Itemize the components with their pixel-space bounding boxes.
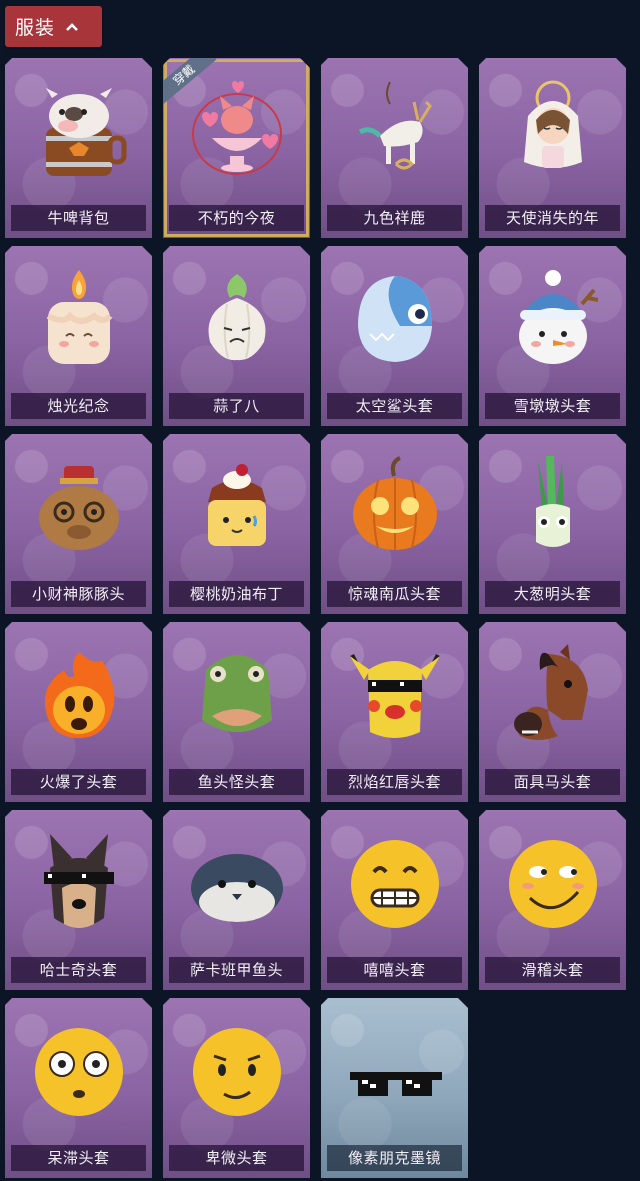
category-title: 服装: [15, 17, 56, 39]
deer-ornament-icon: [340, 76, 450, 186]
costume-name: 像素朋克墨镜: [327, 1145, 462, 1171]
costume-card[interactable]: 滑稽头套: [479, 810, 626, 990]
costume-card[interactable]: 烛光纪念: [5, 246, 152, 426]
costume-name: 烈焰红唇头套: [327, 769, 462, 795]
husky-mask-icon: [24, 828, 134, 938]
costume-name: 惊魂南瓜头套: [327, 581, 462, 607]
costume-name: 鱼头怪头套: [169, 769, 304, 795]
costume-card-selected[interactable]: 穿戴 不朽的今夜: [163, 58, 310, 238]
horse-mask-icon: [498, 640, 608, 750]
fox-heart-cup-icon: [182, 76, 292, 186]
fish-round-head-icon: [182, 828, 292, 938]
costume-name: 天使消失的年: [485, 205, 620, 231]
costume-card[interactable]: 像素朋克墨镜: [321, 998, 468, 1178]
costume-card[interactable]: 雪墩墩头套: [479, 246, 626, 426]
costume-category-header[interactable]: 服装: [5, 6, 102, 47]
scallion-head-icon: [498, 452, 608, 562]
pikachu-mask-icon: [340, 640, 450, 750]
costume-card[interactable]: 面具马头套: [479, 622, 626, 802]
grin-emoji-head-icon: [340, 828, 450, 938]
costume-card[interactable]: 蒜了八: [163, 246, 310, 426]
cow-beer-barrel-icon: [24, 76, 134, 186]
pumpkin-head-icon: [340, 452, 450, 562]
costume-name: 大葱明头套: [485, 581, 620, 607]
costume-card[interactable]: 小财神豚豚头: [5, 434, 152, 614]
costume-card[interactable]: 呆滞头套: [5, 998, 152, 1178]
costume-name: 呆滞头套: [11, 1145, 146, 1171]
humble-emoji-head-icon: [182, 1016, 292, 1126]
candle-icon: [24, 264, 134, 374]
costume-card[interactable]: 太空鲨头套: [321, 246, 468, 426]
costume-name: 烛光纪念: [11, 393, 146, 419]
costume-card[interactable]: 大葱明头套: [479, 434, 626, 614]
pudding-icon: [182, 452, 292, 562]
costume-card[interactable]: 火爆了头套: [5, 622, 152, 802]
costume-name: 萨卡班甲鱼头: [169, 957, 304, 983]
costume-name: 雪墩墩头套: [485, 393, 620, 419]
costume-name: 蒜了八: [169, 393, 304, 419]
costume-name: 嘻嘻头套: [327, 957, 462, 983]
costume-name: 太空鲨头套: [327, 393, 462, 419]
costume-card[interactable]: 鱼头怪头套: [163, 622, 310, 802]
costume-name: 卑微头套: [169, 1145, 304, 1171]
snowman-head-icon: [498, 264, 608, 374]
dazed-emoji-head-icon: [24, 1016, 134, 1126]
costume-name: 哈士奇头套: [11, 957, 146, 983]
smirk-emoji-head-icon: [498, 828, 608, 938]
costume-card[interactable]: 牛啤背包: [5, 58, 152, 238]
costume-name: 小财神豚豚头: [11, 581, 146, 607]
shark-head-icon: [340, 264, 450, 374]
chevron-up-icon: [66, 22, 78, 31]
costume-card[interactable]: 哈士奇头套: [5, 810, 152, 990]
costume-card[interactable]: 卑微头套: [163, 998, 310, 1178]
costume-name: 滑稽头套: [485, 957, 620, 983]
costume-card[interactable]: 嘻嘻头套: [321, 810, 468, 990]
costume-grid: 牛啤背包 穿戴 不朽的今夜 九色祥鹿 天使消失的年 烛光纪念 蒜了八 太空鲨头套…: [5, 58, 626, 1178]
costume-name: 不朽的今夜: [169, 205, 304, 231]
fish-mask-icon: [182, 640, 292, 750]
garlic-icon: [182, 264, 292, 374]
costume-name: 九色祥鹿: [327, 205, 462, 231]
costume-card[interactable]: 萨卡班甲鱼头: [163, 810, 310, 990]
costume-name: 面具马头套: [485, 769, 620, 795]
costume-card[interactable]: 烈焰红唇头套: [321, 622, 468, 802]
pixel-sunglasses-icon: [340, 1016, 450, 1126]
costume-card[interactable]: 樱桃奶油布丁: [163, 434, 310, 614]
capybara-head-icon: [24, 452, 134, 562]
costume-card[interactable]: 天使消失的年: [479, 58, 626, 238]
angel-girl-icon: [498, 76, 608, 186]
costume-name: 火爆了头套: [11, 769, 146, 795]
costume-card[interactable]: 九色祥鹿: [321, 58, 468, 238]
costume-name: 牛啤背包: [11, 205, 146, 231]
costume-name: 樱桃奶油布丁: [169, 581, 304, 607]
fire-head-icon: [24, 640, 134, 750]
costume-card[interactable]: 惊魂南瓜头套: [321, 434, 468, 614]
